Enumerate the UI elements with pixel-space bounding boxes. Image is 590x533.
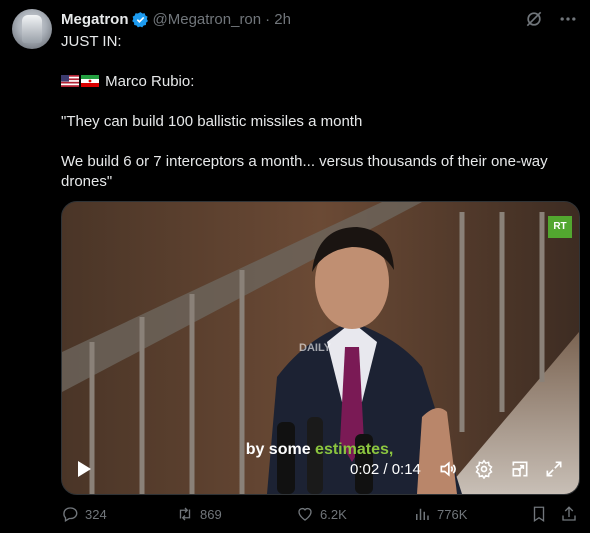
tweet-header: Megatron @Megatron_ron · 2h bbox=[61, 9, 578, 29]
fullscreen-icon[interactable] bbox=[544, 459, 564, 479]
tweet-line-flags: Marco Rubio: bbox=[61, 72, 571, 92]
rt-logo: RT bbox=[548, 216, 572, 238]
repost-button[interactable]: 869 bbox=[176, 505, 222, 523]
us-flag-icon bbox=[61, 75, 79, 87]
like-button[interactable]: 6.2K bbox=[296, 505, 347, 523]
heart-icon bbox=[298, 507, 312, 521]
robot-avatar-icon bbox=[22, 15, 42, 43]
verified-badge-icon bbox=[131, 11, 148, 27]
grok-icon[interactable] bbox=[524, 9, 544, 29]
author-handle[interactable]: @Megatron_ron bbox=[153, 11, 262, 28]
repost-icon bbox=[179, 507, 191, 521]
reply-icon bbox=[63, 507, 78, 522]
iran-flag-icon bbox=[81, 75, 99, 87]
video-time: 0:02 / 0:14 bbox=[350, 461, 421, 478]
video-controls: 0:02 / 0:14 bbox=[61, 455, 578, 485]
tweet-line: Marco Rubio: bbox=[105, 73, 195, 90]
picture-in-picture-icon[interactable] bbox=[510, 459, 530, 479]
views-chart-icon bbox=[416, 508, 429, 520]
like-count: 6.2K bbox=[320, 506, 347, 522]
tweet-line: "They can build 100 ballistic missiles a… bbox=[61, 113, 363, 130]
reply-button[interactable]: 324 bbox=[61, 505, 107, 523]
reply-count: 324 bbox=[85, 506, 107, 522]
watermark: DAILY bbox=[299, 342, 331, 354]
bookmark-icon[interactable] bbox=[530, 505, 548, 523]
avatar[interactable] bbox=[12, 9, 52, 49]
share-icon[interactable] bbox=[560, 505, 578, 523]
views-button[interactable]: 776K bbox=[413, 505, 467, 523]
action-bar: 324 869 6.2K 776K bbox=[61, 505, 581, 525]
tweet-line: JUST IN: bbox=[61, 33, 122, 50]
settings-gear-icon[interactable] bbox=[474, 459, 494, 479]
timestamp[interactable]: · 2h bbox=[265, 11, 291, 28]
play-icon[interactable] bbox=[75, 460, 93, 478]
tweet-line: We build 6 or 7 interceptors a month... … bbox=[61, 153, 548, 190]
author-name[interactable]: Megatron bbox=[61, 11, 129, 28]
volume-icon[interactable] bbox=[438, 459, 458, 479]
more-options-icon[interactable] bbox=[558, 9, 578, 29]
view-count: 776K bbox=[437, 506, 468, 522]
tweet-text: JUST IN: Marco Rubio: "They can build 10… bbox=[61, 32, 571, 192]
repost-count: 869 bbox=[200, 506, 222, 522]
